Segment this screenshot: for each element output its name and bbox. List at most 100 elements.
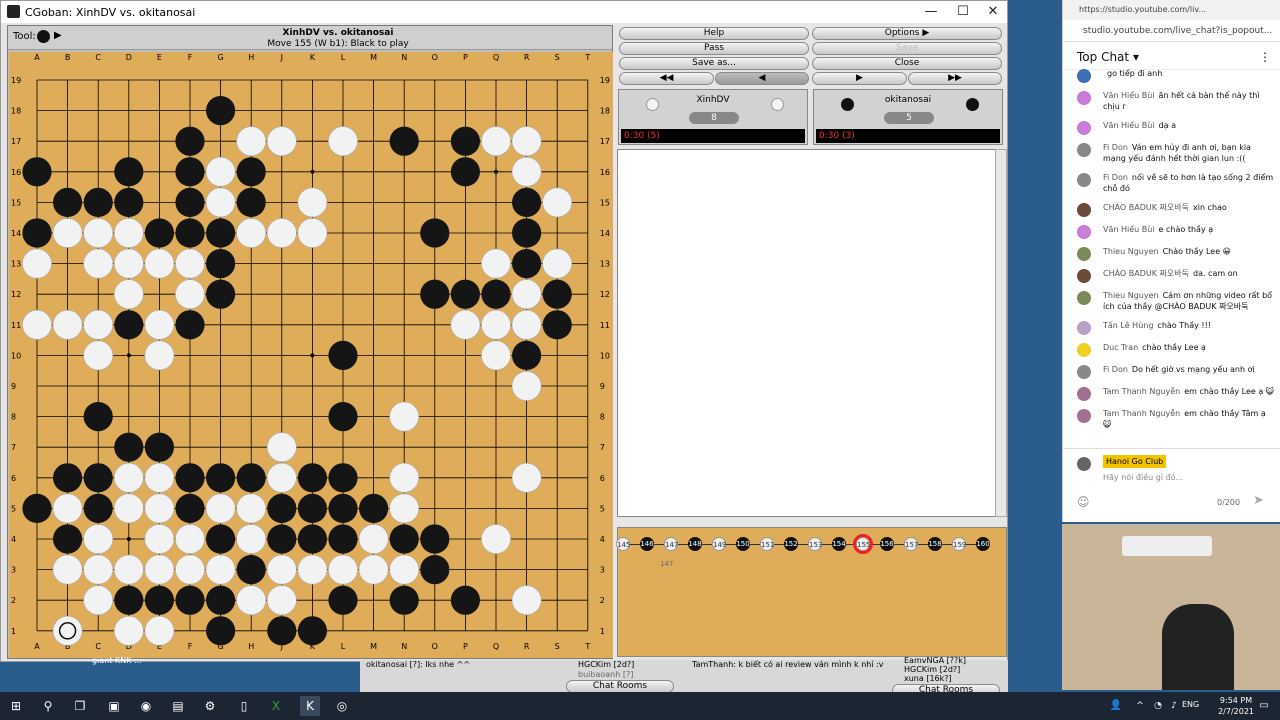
- tray-arrow-icon[interactable]: ^: [1130, 696, 1150, 716]
- black-stone: [511, 340, 542, 370]
- column-label: Q: [493, 53, 499, 62]
- clock[interactable]: 9:54 PM 2/7/2021: [1218, 695, 1254, 717]
- message-author: Văn Hiếu Bùi: [1103, 225, 1155, 234]
- person: [1162, 604, 1234, 690]
- rewind-start-button[interactable]: ◀◀: [619, 72, 714, 85]
- white-stone: [113, 462, 144, 493]
- chat-input[interactable]: Hãy nói điều gì đó...: [1103, 473, 1183, 482]
- avatar: [1077, 173, 1091, 187]
- white-stone: [175, 248, 205, 279]
- tree-move[interactable]: 146: [640, 537, 654, 551]
- close-icon[interactable]: ✕: [977, 1, 1009, 23]
- address-bar[interactable]: studio.youtube.com/live_chat?is_popout..…: [1063, 20, 1280, 42]
- white-stone: [450, 309, 481, 340]
- row-label: 17: [11, 137, 21, 146]
- tree-move[interactable]: 147: [664, 537, 678, 551]
- tree-move[interactable]: 160: [976, 537, 990, 551]
- go-app-icon[interactable]: ◎: [332, 696, 352, 716]
- row-label: 16: [600, 168, 610, 177]
- message-author: Tam Thanh Nguyễn: [1103, 387, 1181, 396]
- avatar: [1077, 291, 1091, 305]
- move-tree[interactable]: 145 146 147 148 149 150 151 152 153 154 155 156 157 1…: [616, 527, 1007, 657]
- column-label: G: [217, 53, 223, 62]
- language-indicator[interactable]: ENG: [1182, 700, 1199, 709]
- tree-move[interactable]: 157: [904, 537, 918, 551]
- youtube-chat-window: https://studio.youtube.com/liv... studio…: [1062, 0, 1280, 522]
- tree-move[interactable]: 148: [688, 537, 702, 551]
- save-as-button[interactable]: Save as...: [619, 57, 809, 70]
- cgoban-icon[interactable]: K: [300, 696, 320, 716]
- title-bar[interactable]: CGoban: XinhDV vs. okitanosai — ☐ ✕: [1, 1, 1007, 23]
- black-stone: [206, 463, 236, 493]
- chrome-icon[interactable]: ◉: [136, 696, 156, 716]
- white-stone: [328, 554, 358, 585]
- column-label: P: [463, 642, 468, 651]
- tree-move[interactable]: 149: [712, 537, 726, 551]
- tree-move[interactable]: 155: [853, 534, 873, 554]
- column-label: R: [524, 642, 530, 651]
- tree-move[interactable]: 152: [784, 537, 798, 551]
- white-stone: [511, 309, 542, 340]
- chat-message: Fi Don Ván em hủy đi anh ơi, bạn kia mạng…: [1077, 142, 1275, 164]
- maximize-icon[interactable]: ☐: [947, 1, 979, 23]
- settings-icon[interactable]: ⚙: [200, 696, 220, 716]
- white-stone: [52, 493, 83, 524]
- app-icon[interactable]: ▣: [104, 696, 124, 716]
- step-forward-button[interactable]: ▶: [812, 72, 907, 85]
- taskbar: ⊞ ⚲ ❐ ▣ ◉ ▤ ⚙ ▯ X K ◎ 👤 ^ ◔ ♪ ENG 9:54 P…: [0, 692, 1280, 720]
- white-stone: [297, 187, 328, 218]
- volume-icon[interactable]: ♪: [1164, 696, 1184, 716]
- tree-move[interactable]: 150: [736, 537, 750, 551]
- save-button[interactable]: Save: [812, 42, 1002, 55]
- avatar: [1077, 321, 1091, 335]
- white-stone: [52, 309, 83, 340]
- avatar: [1077, 69, 1091, 83]
- step-back-button[interactable]: ◀: [715, 72, 809, 85]
- tree-move[interactable]: 156: [880, 537, 894, 551]
- message-text: Do hết giờ vs mạng yếu anh ơi: [1131, 365, 1255, 374]
- search-icon[interactable]: ⚲: [38, 696, 58, 716]
- task-view-icon[interactable]: ❐: [70, 696, 90, 716]
- notification-icon[interactable]: ▭: [1254, 696, 1274, 716]
- black-stone: [542, 310, 572, 340]
- tree-move[interactable]: 154: [832, 537, 846, 551]
- row-label: 19: [600, 76, 610, 85]
- folder-icon[interactable]: ▤: [168, 696, 188, 716]
- tree-move[interactable]: 145: [616, 537, 630, 551]
- move-status: Move 155 (W b1): Black to play: [267, 39, 409, 49]
- document-icon[interactable]: ▯: [234, 696, 254, 716]
- column-label: T: [584, 642, 590, 651]
- minimize-icon[interactable]: —: [915, 1, 947, 23]
- tree-branch-move[interactable]: 147: [660, 560, 673, 568]
- excel-icon[interactable]: X: [266, 696, 286, 716]
- help-button[interactable]: Help: [619, 27, 809, 40]
- white-stone: [266, 218, 297, 248]
- start-icon[interactable]: ⊞: [6, 696, 26, 716]
- pass-button[interactable]: Pass: [619, 42, 809, 55]
- row-label: 4: [600, 535, 605, 544]
- forward-end-button[interactable]: ▶▶: [908, 72, 1002, 85]
- go-board[interactable]: A A B B C C D D E E F F G G H H J J K K L L M M N N O O P P Q Q R R S S T T 19…: [9, 52, 613, 658]
- options-button[interactable]: Options ▶: [812, 27, 1002, 40]
- black-stone: [144, 218, 174, 248]
- browser-tab-bar[interactable]: https://studio.youtube.com/liv...: [1063, 0, 1280, 20]
- white-stone: [83, 309, 114, 340]
- star-point: [126, 353, 131, 358]
- people-icon[interactable]: 👤: [1106, 696, 1126, 716]
- tree-move[interactable]: 158: [928, 537, 942, 551]
- emoji-icon[interactable]: ☺: [1077, 495, 1090, 509]
- close-button[interactable]: Close: [812, 57, 1002, 70]
- black-stone: [114, 310, 144, 340]
- avatar: [1077, 143, 1091, 157]
- tree-move[interactable]: 151: [760, 537, 774, 551]
- tree-move[interactable]: 159: [952, 537, 966, 551]
- tree-move[interactable]: 153: [808, 537, 822, 551]
- column-label: F: [188, 642, 193, 651]
- char-count: 0/200: [1217, 498, 1241, 507]
- black-stone: [236, 187, 266, 217]
- send-icon[interactable]: ➤: [1253, 493, 1264, 508]
- clock-date: 2/7/2021: [1218, 707, 1254, 716]
- chat-scrollbar[interactable]: [995, 149, 1007, 517]
- game-chat-area[interactable]: [617, 149, 999, 517]
- board-svg[interactable]: AABBCCDDEEFFGGHHJJKKLLMMNNOOPPQQRRSSTT19…: [9, 52, 613, 658]
